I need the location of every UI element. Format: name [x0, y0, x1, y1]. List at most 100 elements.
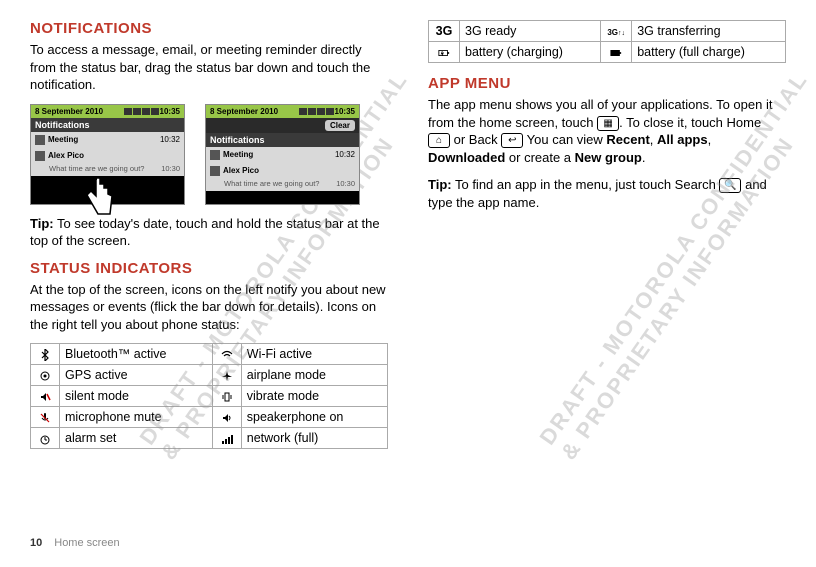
phone2-blank	[206, 191, 359, 203]
notifications-body: To access a message, email, or meeting r…	[30, 41, 388, 94]
three-g-transfer-label: 3G	[607, 28, 618, 37]
three-g-label: 3G	[436, 24, 453, 38]
status-icon	[299, 108, 307, 115]
home-icon: ⌂	[428, 133, 450, 148]
right-column: 3G 3G ready 3G↑↓ 3G transferring battery…	[428, 20, 786, 449]
message-icon	[35, 151, 45, 161]
battery-full-icon	[601, 42, 632, 63]
recent-label: Recent	[606, 132, 649, 147]
app-menu-body: The app menu shows you all of your appli…	[428, 96, 786, 166]
status-icon	[151, 108, 159, 115]
table-row: GPS active airplane mode	[31, 365, 388, 386]
phone2-item2-subtext: What time are we going out?	[224, 179, 319, 188]
status-icon	[308, 108, 316, 115]
calendar-icon	[210, 150, 220, 160]
message-icon	[210, 166, 220, 176]
cell-3g-ready: 3G ready	[460, 21, 601, 42]
phone1-notif-item-1: Meeting 10:32	[31, 132, 184, 148]
phone2-time: 10:35	[335, 107, 355, 116]
table-row: Bluetooth™ active Wi-Fi active	[31, 344, 388, 365]
bluetooth-icon	[31, 344, 60, 365]
phone1-item2-title: Alex Pico	[48, 151, 84, 160]
phone2-notif-item-1: Meeting 10:32	[206, 147, 359, 163]
footer-section: Home screen	[54, 537, 119, 549]
table-row: 3G 3G ready 3G↑↓ 3G transferring	[429, 21, 786, 42]
speaker-icon	[212, 407, 241, 428]
downloaded-label: Downloaded	[428, 150, 505, 165]
wifi-icon	[212, 344, 241, 365]
phone2-statusbar: 8 September 2010 10:35	[206, 105, 359, 118]
phone1-time: 10:35	[160, 107, 180, 116]
vibrate-icon	[212, 386, 241, 407]
status-icon-table: Bluetooth™ active Wi-Fi active GPS activ…	[30, 343, 388, 449]
newgroup-label: New group	[575, 150, 642, 165]
cell-airplane: airplane mode	[241, 365, 387, 386]
app-body-1b: . To close it, touch Home	[619, 115, 761, 130]
cell-alarm: alarm set	[60, 428, 213, 449]
cell-vibrate: vibrate mode	[241, 386, 387, 407]
tip1-label: Tip:	[30, 216, 54, 231]
status-icon	[317, 108, 325, 115]
mic-mute-icon	[31, 407, 60, 428]
phone1-item2-subtext: What time are we going out?	[49, 164, 144, 173]
status-icon-table-2: 3G 3G ready 3G↑↓ 3G transferring battery…	[428, 20, 786, 63]
status-icon	[124, 108, 132, 115]
network-icon	[212, 428, 241, 449]
period: .	[642, 150, 646, 165]
phone1-item2-time: 10:30	[161, 164, 180, 173]
gps-icon	[31, 365, 60, 386]
page-number: 10	[30, 537, 42, 549]
cell-bluetooth: Bluetooth™ active	[60, 344, 213, 365]
phone1-notif-body: Meeting 10:32 Alex Pico What time are we…	[31, 132, 184, 176]
tip2-label: Tip:	[428, 177, 452, 192]
cell-wifi: Wi-Fi active	[241, 344, 387, 365]
phone1-notif-item-2: Alex Pico	[31, 148, 184, 164]
phone-screenshot-2: 8 September 2010 10:35 Clear Notificatio…	[205, 104, 360, 205]
phone2-item2-title: Alex Pico	[223, 166, 259, 175]
search-icon: 🔍	[719, 178, 741, 193]
table-row: silent mode vibrate mode	[31, 386, 388, 407]
allapps-label: All apps	[657, 132, 708, 147]
phone1-item2-sub: What time are we going out? 10:30	[31, 164, 184, 176]
tip1: Tip: To see today's date, touch and hold…	[30, 215, 388, 250]
three-g-transfer-icon: 3G↑↓	[601, 21, 632, 42]
phone1-blank	[31, 176, 184, 204]
tip1-body: To see today's date, touch and hold the …	[30, 216, 380, 249]
silent-icon	[31, 386, 60, 407]
status-icon	[142, 108, 150, 115]
app-body-1c: or Back	[450, 132, 501, 147]
status-icon	[326, 108, 334, 115]
cell-silent: silent mode	[60, 386, 213, 407]
clear-button[interactable]: Clear	[325, 120, 355, 131]
grid-icon: ▦	[597, 116, 619, 131]
calendar-icon	[35, 135, 45, 145]
phone2-item1-time: 10:32	[335, 150, 355, 159]
status-indicators-heading: STATUS INDICATORS	[30, 260, 388, 277]
phone-screenshots: 8 September 2010 10:35 Notifications Mee…	[30, 104, 388, 205]
cell-network: network (full)	[241, 428, 387, 449]
cell-battery-full: battery (full charge)	[632, 42, 786, 63]
phone2-item1-title: Meeting	[223, 150, 253, 159]
phone1-item1-time: 10:32	[160, 135, 180, 144]
phone-screenshot-1: 8 September 2010 10:35 Notifications Mee…	[30, 104, 185, 205]
airplane-icon	[212, 365, 241, 386]
page-footer: 10 Home screen	[30, 537, 120, 549]
cell-mic-mute: microphone mute	[60, 407, 213, 428]
phone1-date: 8 September 2010	[35, 107, 103, 116]
comma2: ,	[708, 132, 712, 147]
comma1: ,	[650, 132, 657, 147]
app-body-1d: You can view	[523, 132, 606, 147]
tip2-body1: To find an app in the menu, just touch S…	[452, 177, 720, 192]
phone1-notif-label: Notifications	[35, 120, 90, 130]
alarm-icon	[31, 428, 60, 449]
phone2-status-icons: 10:35	[299, 107, 355, 116]
cell-battery-charging: battery (charging)	[460, 42, 601, 63]
table-row: battery (charging) battery (full charge)	[429, 42, 786, 63]
cell-speaker: speakerphone on	[241, 407, 387, 428]
status-icon	[133, 108, 141, 115]
phone1-statusbar: 8 September 2010 10:35	[31, 105, 184, 118]
notifications-heading: NOTIFICATIONS	[30, 20, 388, 37]
phone2-notif-item-2: Alex Pico	[206, 163, 359, 179]
or-create: or create a	[505, 150, 574, 165]
phone2-item2-time: 10:30	[336, 179, 355, 188]
